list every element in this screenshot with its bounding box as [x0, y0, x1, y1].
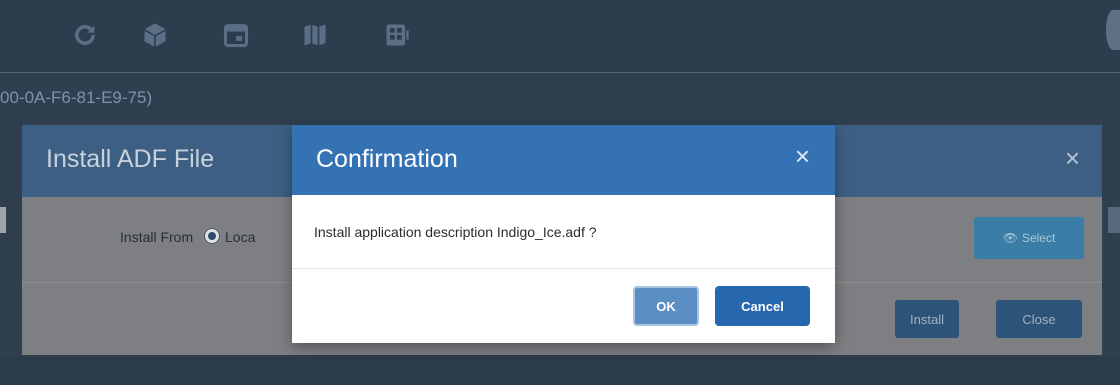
- box-icon[interactable]: [138, 18, 172, 52]
- eye-icon: 👁: [1002, 231, 1018, 245]
- calendar-icon[interactable]: [219, 18, 253, 52]
- app-bottom-strip: [0, 357, 1120, 385]
- confirmation-dialog: Confirmation × Install application descr…: [292, 125, 835, 343]
- install-adf-close-icon[interactable]: ×: [1065, 143, 1080, 174]
- refresh-icon[interactable]: [68, 18, 102, 52]
- install-from-local-radio[interactable]: [204, 228, 220, 244]
- close-button[interactable]: Close: [996, 300, 1082, 338]
- select-file-button[interactable]: 👁 Select: [974, 217, 1084, 259]
- device-mac-label: 00-0A-F6-81-E9-75): [0, 88, 153, 107]
- cancel-button[interactable]: Cancel: [715, 286, 810, 326]
- background-edge-left: [0, 207, 6, 233]
- dashboard-icon[interactable]: [380, 18, 414, 52]
- select-file-label: Select: [1021, 231, 1056, 245]
- ok-button[interactable]: OK: [633, 286, 699, 326]
- install-adf-title: Install ADF File: [46, 145, 215, 173]
- confirmation-message: Install application description Indigo_I…: [314, 224, 597, 240]
- device-subheader: [0, 73, 1120, 125]
- map-icon[interactable]: [298, 18, 332, 52]
- confirmation-header: Confirmation ×: [292, 125, 835, 195]
- install-from-local-label: Loca: [225, 229, 256, 245]
- top-toolbar: [0, 0, 1120, 73]
- install-from-label: Install From: [120, 229, 194, 245]
- install-button[interactable]: Install: [895, 300, 959, 338]
- close-icon[interactable]: ×: [795, 143, 810, 169]
- background-edge-right: [1108, 207, 1120, 233]
- confirmation-title: Confirmation: [316, 145, 458, 173]
- user-avatar-edge[interactable]: [1106, 10, 1120, 50]
- confirmation-divider: [292, 268, 835, 269]
